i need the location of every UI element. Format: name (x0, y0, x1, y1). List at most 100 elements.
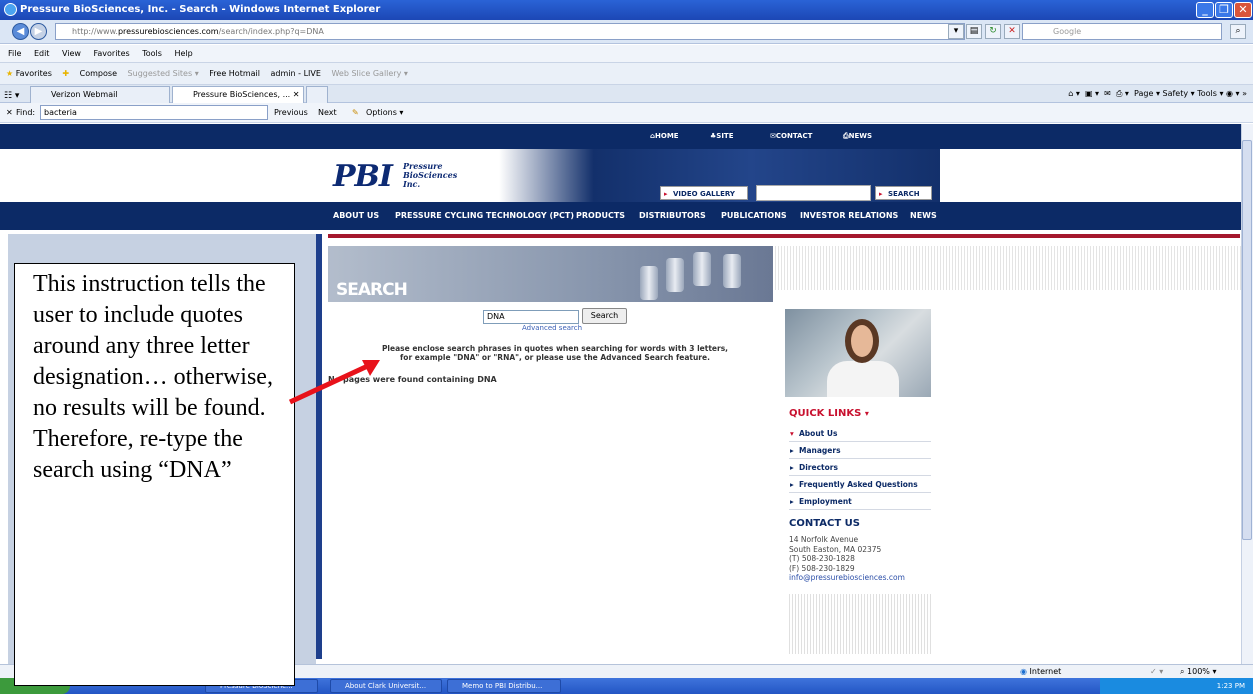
search-header: SEARCH (328, 246, 773, 302)
vial-image (640, 266, 658, 300)
search-icon[interactable]: ⌕ (1230, 24, 1246, 39)
nav-publications[interactable]: PUBLICATIONS (721, 202, 787, 230)
quick-link-directors[interactable]: Directors (789, 460, 931, 476)
favorites-button[interactable]: ★ Favorites (6, 69, 52, 78)
help-icon[interactable]: ◉ ▾ (1226, 89, 1240, 98)
close-find-icon[interactable]: ✕ (6, 103, 13, 123)
protected-mode-icon[interactable]: ✓ ▾ (1150, 665, 1163, 678)
highlight-icon[interactable]: ✎ (352, 103, 359, 123)
window-title-bar: Pressure BioSciences, Inc. - Search - Wi… (0, 0, 1253, 20)
nav-pct[interactable]: PRESSURE CYCLING TECHNOLOGY (PCT) (395, 202, 574, 230)
command-bar: ⌂ ▾ ▣ ▾ ✉ ⎙ ▾ Page ▾ Safety ▾ Tools ▾ ◉ … (1068, 89, 1247, 98)
contact-email-link[interactable]: info@pressurebiosciences.com (789, 573, 905, 583)
back-button[interactable]: ◀ (12, 23, 29, 40)
red-divider (328, 234, 1240, 238)
address-toolbar: ◀ ▶ http://www.pressurebiosciences.com/s… (0, 20, 1253, 44)
minimize-button[interactable]: _ (1196, 2, 1214, 18)
query-input[interactable]: DNA (483, 310, 579, 324)
find-input[interactable]: bacteria (40, 105, 268, 120)
dropdown-icon[interactable]: ▾ (948, 24, 964, 39)
menu-help[interactable]: Help (174, 49, 192, 58)
taskbar-item[interactable]: Memo to PBI Distribu... (447, 679, 561, 693)
fav-web-slice-gallery[interactable]: Web Slice Gallery ▾ (331, 69, 407, 78)
refresh-icon[interactable]: ↻ (985, 24, 1001, 39)
hatched-background (789, 594, 931, 654)
menu-favorites[interactable]: Favorites (94, 49, 130, 58)
hatched-background (775, 246, 1241, 290)
vial-image (693, 252, 711, 286)
fav-free-hotmail[interactable]: Free Hotmail (209, 69, 260, 78)
mail-icon[interactable]: ✉ (1104, 89, 1111, 98)
topnav-contact-us[interactable]: ✉ CONTACT US (770, 124, 812, 165)
zone-indicator: ◉ Internet (1020, 667, 1062, 676)
zoom-level[interactable]: ⌕ 100% ▾ (1180, 665, 1216, 678)
menu-file[interactable]: File (8, 49, 21, 58)
menu-edit[interactable]: Edit (34, 49, 50, 58)
new-tab-button[interactable] (306, 86, 328, 103)
left-divider (316, 234, 322, 659)
web-search-input[interactable]: Google (1022, 23, 1222, 40)
taskbar-item[interactable]: About Clark Universit... (330, 679, 442, 693)
site-search-button[interactable]: SEARCH (875, 186, 932, 201)
window-title: Pressure BioSciences, Inc. - Search - Wi… (20, 4, 381, 15)
clock: 1:23 PM (1216, 682, 1245, 690)
tab-verizon-webmail[interactable]: Verizon Webmail (30, 86, 170, 103)
nav-about-us[interactable]: ABOUT US (333, 202, 379, 230)
quick-link-about-us[interactable]: About Us (789, 426, 931, 442)
find-next-button[interactable]: Next (318, 103, 337, 123)
quick-link-managers[interactable]: Managers (789, 443, 931, 459)
fav-admin-live[interactable]: admin - LIVE (271, 69, 321, 78)
system-tray: 1:23 PM (1100, 678, 1253, 694)
address-bar[interactable]: http://www.pressurebiosciences.com/searc… (55, 23, 965, 40)
top-navigation: ⌂ HOME ♣ SITE MAP ✉ CONTACT US ⎙ NEWS SI… (0, 124, 1241, 165)
quick-link-employment[interactable]: Employment (789, 494, 931, 510)
pbi-logo[interactable]: PBI (333, 159, 393, 194)
stop-icon[interactable]: ✕ (1004, 24, 1020, 39)
favorites-bar: ★ Favorites ✚ Compose Suggested Sites ▾ … (0, 63, 1253, 85)
search-instruction: Please enclose search phrases in quotes … (381, 344, 729, 362)
video-gallery-button[interactable]: VIDEO GALLERY (660, 186, 748, 201)
tab-pressure-biosciences[interactable]: Pressure BioSciences, ... ✕ (172, 86, 304, 103)
home-icon[interactable]: ⌂ ▾ (1068, 89, 1080, 98)
nav-investor-relations[interactable]: INVESTOR RELATIONS (800, 202, 898, 230)
quick-links-title: QUICK LINKS ▾ (789, 408, 869, 419)
menu-tools[interactable]: Tools (142, 49, 162, 58)
quick-link-faq[interactable]: Frequently Asked Questions (789, 477, 931, 493)
topnav-site-map[interactable]: ♣ SITE MAP (710, 124, 734, 165)
fav-suggested-sites[interactable]: Suggested Sites ▾ (128, 69, 199, 78)
find-bar: ✕ Find: bacteria Previous Next ✎ Options… (0, 103, 1253, 123)
menu-view[interactable]: View (62, 49, 81, 58)
find-options-button[interactable]: Options ▾ (366, 103, 403, 123)
maximize-button[interactable]: ❐ (1215, 2, 1233, 18)
advanced-search-link[interactable]: Advanced search (522, 324, 582, 332)
scientist-photo (785, 309, 931, 397)
find-previous-button[interactable]: Previous (274, 103, 308, 123)
vial-image (723, 254, 741, 288)
annotation-arrow (288, 360, 380, 405)
add-favorite-icon[interactable]: ✚ (62, 69, 69, 78)
command-menus[interactable]: Page ▾ Safety ▾ Tools ▾ (1134, 89, 1223, 98)
main-navigation: ABOUT US PRESSURE CYCLING TECHNOLOGY (PC… (0, 202, 1241, 230)
topnav-home[interactable]: ⌂ HOME (650, 124, 679, 149)
fav-compose[interactable]: Compose (80, 69, 117, 78)
site-search-input[interactable] (756, 185, 871, 201)
close-window-button[interactable]: ✕ (1234, 2, 1252, 18)
contact-us-title: CONTACT US (789, 518, 860, 529)
ie-logo-icon (4, 3, 17, 16)
compatibility-icon[interactable]: ▤ (966, 24, 982, 39)
nav-products[interactable]: PRODUCTS (576, 202, 625, 230)
forward-button[interactable]: ▶ (30, 23, 47, 40)
contact-address: 14 Norfolk Avenue South Easton, MA 02375… (789, 535, 905, 583)
globe-icon: ◉ (1020, 667, 1027, 676)
star-icon: ★ (6, 69, 14, 78)
feeds-icon[interactable]: ▣ ▾ (1085, 89, 1099, 98)
search-submit-button[interactable]: Search (582, 308, 627, 324)
menu-bar: File Edit View Favorites Tools Help (0, 45, 1253, 63)
scrollbar-thumb[interactable] (1242, 140, 1252, 540)
find-label: Find: (16, 108, 36, 117)
nav-distributors[interactable]: DISTRIBUTORS (639, 202, 706, 230)
topnav-news-signup[interactable]: ⎙ NEWS SIGNUP (843, 124, 879, 165)
photo-face (845, 319, 879, 363)
print-icon[interactable]: ⎙ ▾ (1116, 89, 1129, 98)
nav-news[interactable]: NEWS (910, 202, 937, 230)
